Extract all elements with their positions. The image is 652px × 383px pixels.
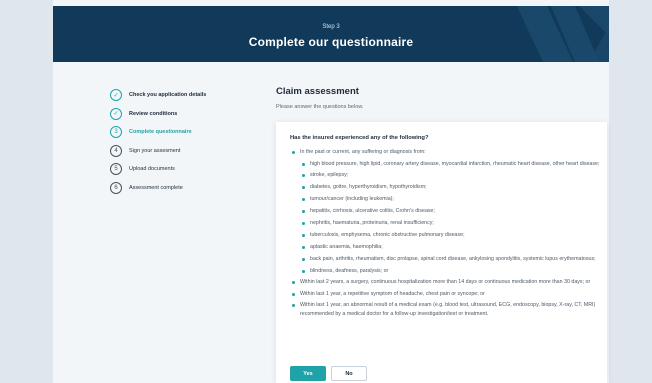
list-item: In the past or current, any suffering or… — [290, 148, 600, 157]
step-number-badge: 5 — [110, 163, 122, 176]
step-label: Check you application details — [129, 92, 207, 99]
step-number: Step 3 — [322, 24, 340, 30]
list-item: hepatitis, cirrhosis, ulcerative colitis… — [300, 207, 600, 216]
step-label: Review conditions — [129, 110, 178, 117]
sub-list: high blood pressure, high lipid, coronar… — [300, 160, 600, 276]
section-title: Claim assessment — [276, 86, 359, 97]
question-card: Has the insured experienced any of the f… — [276, 122, 607, 383]
step-item-1: ✓ Check you application details — [110, 86, 206, 105]
step-label: Complete questionnaire — [129, 129, 192, 136]
list-item: blindness, deafness, paralysis; or — [300, 267, 600, 276]
list-item: diabetes, goitre, hyperthyroidism, hypot… — [300, 183, 600, 192]
check-icon: ✓ — [110, 107, 122, 120]
list-item: high blood pressure, high lipid, coronar… — [300, 160, 600, 169]
page-title: Complete our questionnaire — [248, 35, 414, 49]
list-item: Within last 2 years, a surgery, continuo… — [290, 278, 600, 287]
list-item: Within last 1 year, a repetitive symptom… — [290, 290, 600, 299]
step-item-6: 6 Assessment complete — [110, 179, 206, 198]
section-subtitle: Please answer the questions below. — [276, 104, 364, 110]
condition-list: In the past or current, any suffering or… — [290, 148, 600, 321]
no-button[interactable]: No — [331, 366, 367, 381]
list-item: stroke, epilepsy; — [300, 171, 600, 180]
step-item-5: 5 Upload documents — [110, 160, 206, 179]
list-item: back pain, arthritis, rheumatism, disc p… — [300, 255, 600, 264]
step-number-badge: 6 — [110, 181, 122, 194]
check-icon: ✓ — [110, 89, 122, 102]
yes-button[interactable]: Yes — [290, 366, 326, 381]
progress-steps: ✓ Check you application details ✓ Review… — [110, 86, 206, 197]
step-item-4: 4 Sign your assesment — [110, 142, 206, 161]
step-label: Assessment complete — [129, 184, 183, 191]
decorative-stripes-icon — [517, 6, 609, 62]
list-item: Within last 1 year, an abnormal result o… — [290, 301, 600, 318]
step-label: Upload documents — [129, 166, 175, 173]
list-item: aplastic anaemia, haemophilia; — [300, 243, 600, 252]
step-item-3: 3 Complete questionnaire — [110, 123, 206, 142]
question-title: Has the insured experienced any of the f… — [290, 135, 429, 141]
step-number-badge: 4 — [110, 144, 122, 157]
step-number-badge: 3 — [110, 126, 122, 139]
list-item: nephritis, haematuria, proteinuria, rena… — [300, 219, 600, 228]
hero-banner: Step 3 Complete our questionnaire — [53, 6, 609, 62]
list-item: tuberculosis, emphysema, chronic obstruc… — [300, 231, 600, 240]
step-label: Sign your assesment — [129, 147, 181, 154]
list-item: tumour/cancer (including leukemia); — [300, 195, 600, 204]
step-item-2: ✓ Review conditions — [110, 105, 206, 124]
